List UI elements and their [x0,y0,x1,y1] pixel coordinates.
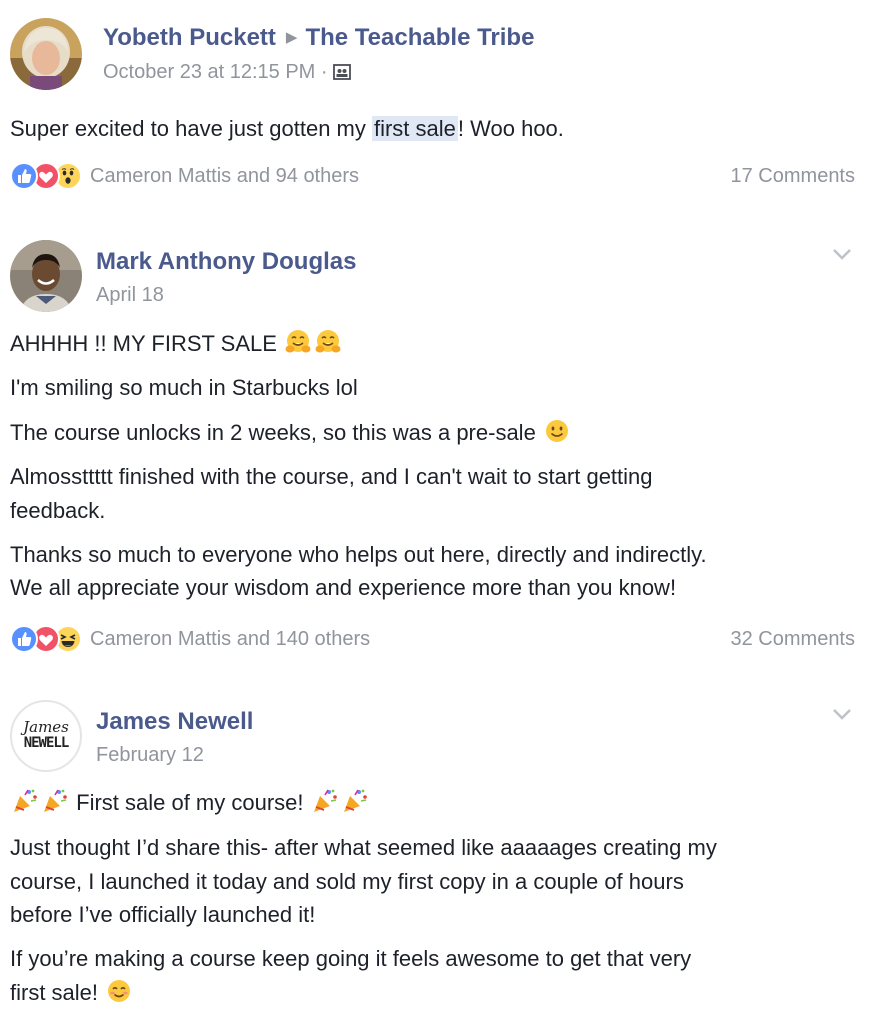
chevron-down-icon[interactable] [831,707,853,721]
party-popper-icon [44,789,67,812]
post-james: James NEWELL James Newell February 12 Fi… [0,0,875,1024]
post-line: First sale of my course! [10,786,370,819]
avatar-james[interactable]: James NEWELL [10,700,82,772]
post-line: If you’re making a course keep going it … [10,946,692,971]
post-line: Just thought I’d share this- after what … [10,835,717,860]
like-reaction-icon [10,162,38,190]
timestamp[interactable]: February 12 [96,744,204,767]
party-popper-icon [343,789,367,812]
author-name[interactable]: James Newell [96,708,253,736]
post-line: first sale! [10,976,134,1009]
like-reaction-icon [10,625,38,653]
avatar-logo-bottom: NEWELL [23,735,70,751]
smiling-blush-face-icon [108,980,131,1002]
party-popper-icon [313,789,337,812]
post-line: before I’ve officially launched it! [10,902,316,927]
avatar-logo-top: James [23,718,69,736]
party-popper-icon [14,789,37,812]
post-line: course, I launched it today and sold my … [10,869,684,894]
